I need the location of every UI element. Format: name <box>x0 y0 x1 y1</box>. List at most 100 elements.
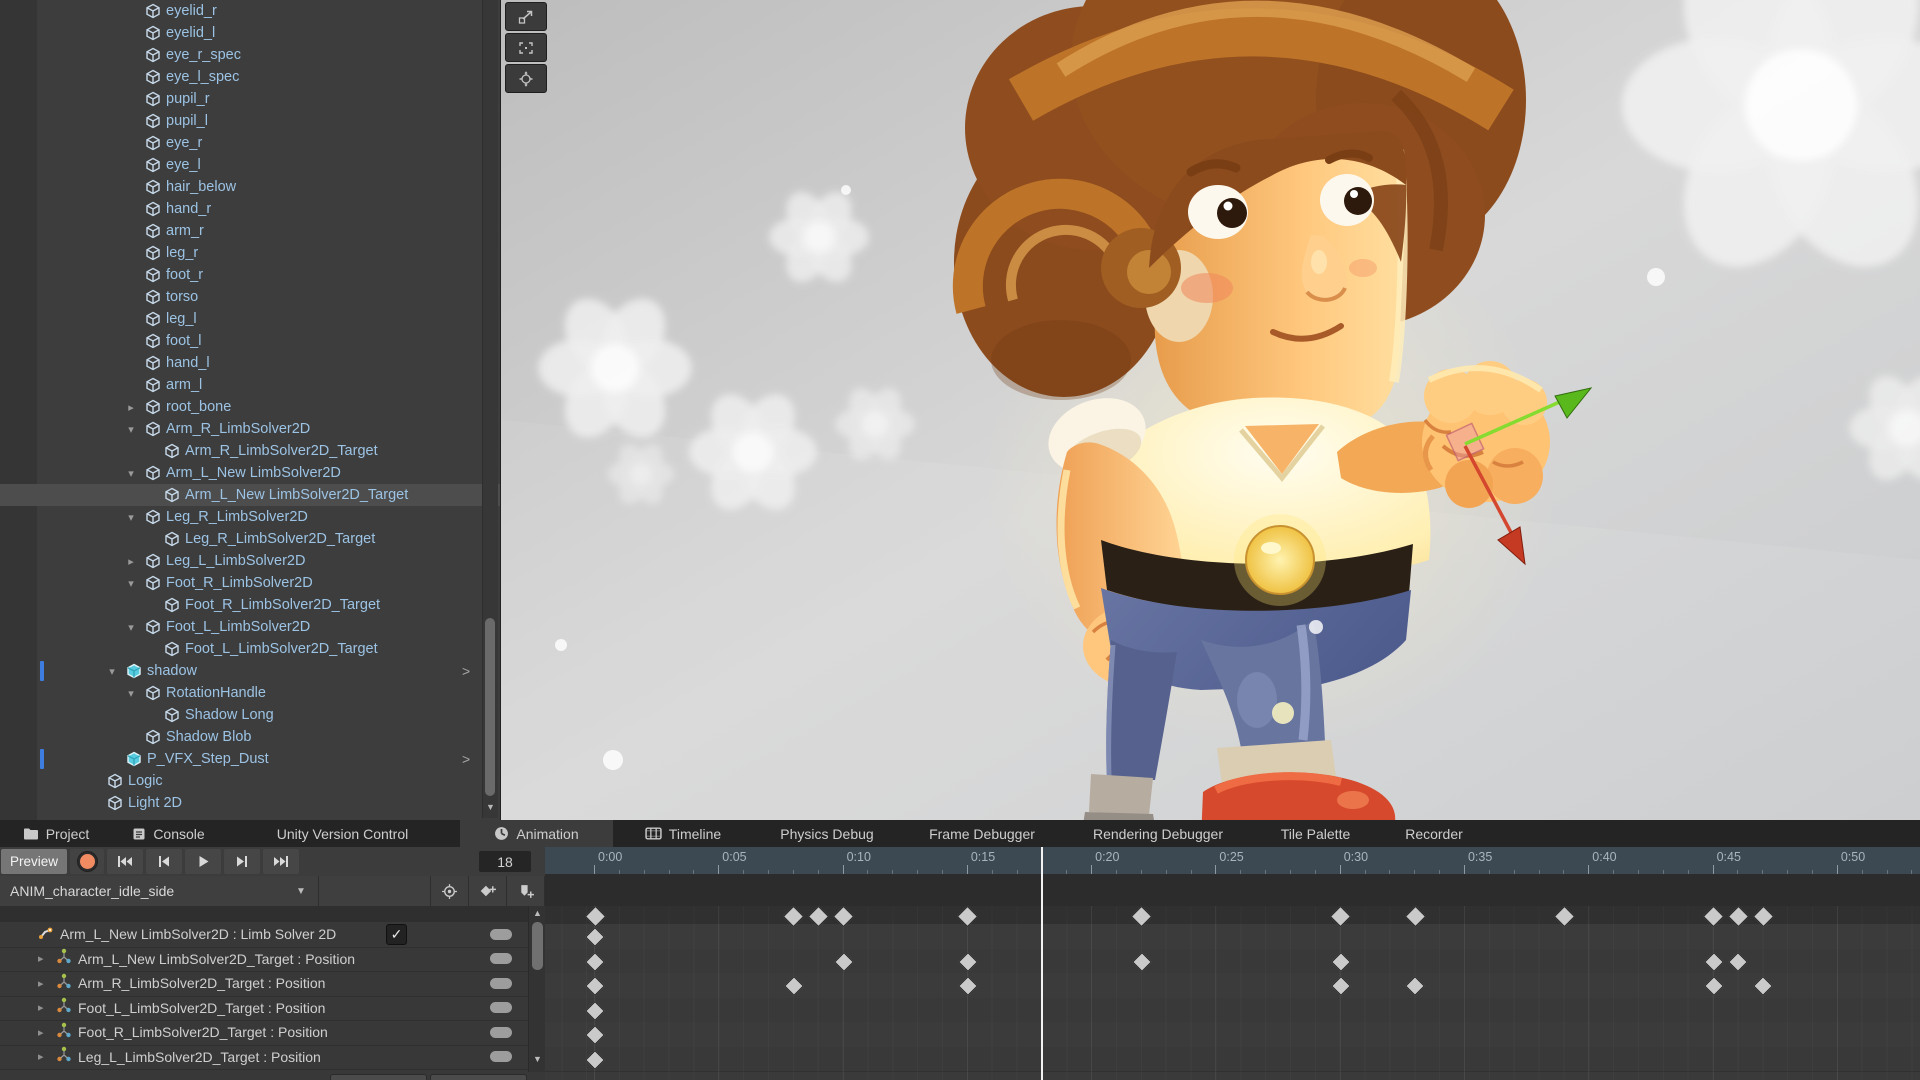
hierarchy-item-foot-l[interactable]: foot_l <box>0 330 500 352</box>
hierarchy-item-eye-r-spec[interactable]: eye_r_spec <box>0 44 500 66</box>
add-keyframe-button[interactable] <box>469 876 507 906</box>
collapse-arrow-icon[interactable]: ▾ <box>124 577 138 590</box>
hierarchy-item-pupil-r[interactable]: pupil_r <box>0 88 500 110</box>
hierarchy-item-hair-below[interactable]: hair_below <box>0 176 500 198</box>
hierarchy-item-leg-r-limbsolver2d-target[interactable]: Leg_R_LimbSolver2D_Target <box>0 528 500 550</box>
property-row-arm-r-limbsolver2d-target-position[interactable]: ▸ Arm_R_LimbSolver2D_Target : Position <box>0 971 528 997</box>
preview-button[interactable]: Preview <box>1 849 67 874</box>
hierarchy-item-foot-l-limbsolver2d[interactable]: ▾ Foot_L_LimbSolver2D <box>0 616 500 638</box>
hierarchy-item-torso[interactable]: torso <box>0 286 500 308</box>
hierarchy-item-leg-r[interactable]: leg_r <box>0 242 500 264</box>
property-value-pill[interactable] <box>490 928 512 940</box>
hierarchy-item-shadow-blob[interactable]: Shadow Blob <box>0 726 500 748</box>
expand-arrow-icon[interactable]: ▸ <box>38 977 44 990</box>
property-value-pill[interactable] <box>490 1051 512 1063</box>
record-button[interactable] <box>70 849 104 874</box>
expand-arrow-icon[interactable]: ▸ <box>38 952 44 965</box>
pan-tool-button[interactable] <box>505 64 547 93</box>
prefab-chevron-icon[interactable]: > <box>462 751 470 767</box>
hierarchy-scrollbar-thumb[interactable] <box>485 618 495 796</box>
hierarchy-item-light-2d[interactable]: Light 2D <box>0 792 500 814</box>
tab-animation[interactable]: Animation <box>460 820 613 847</box>
hierarchy-item-shadow[interactable]: ▾ shadow > <box>0 660 500 682</box>
hierarchy-item-arm-l-new-limbsolver2d[interactable]: ▾ Arm_L_New LimbSolver2D <box>0 462 500 484</box>
tab-unity-version-control[interactable]: Unity Version Control <box>225 820 460 847</box>
collapse-arrow-icon[interactable]: ▾ <box>124 687 138 700</box>
hierarchy-item-rotationhandle[interactable]: ▾ RotationHandle <box>0 682 500 704</box>
hierarchy-item-arm-l-new-limbsolver2d-target[interactable]: Arm_L_New LimbSolver2D_Target <box>0 484 500 506</box>
property-value-pill[interactable] <box>490 953 512 965</box>
clip-dropdown[interactable]: ANIM_character_idle_side ▼ <box>0 876 319 906</box>
previous-frame-button[interactable] <box>146 849 182 874</box>
dopesheet-curves-buttons[interactable] <box>0 1072 545 1080</box>
properties-scrollbar[interactable]: ▲ ▼ <box>528 906 546 1080</box>
hierarchy-item-eye-l-spec[interactable]: eye_l_spec <box>0 66 500 88</box>
add-event-button[interactable] <box>507 876 545 906</box>
tab-tile-palette[interactable]: Tile Palette <box>1253 820 1378 847</box>
tab-frame-debugger[interactable]: Frame Debugger <box>901 820 1063 847</box>
properties-scrollbar-thumb[interactable] <box>532 922 543 970</box>
hierarchy-item-p-vfx-step-dust[interactable]: P_VFX_Step_Dust > <box>0 748 500 770</box>
hierarchy-item-arm-r-limbsolver2d-target[interactable]: Arm_R_LimbSolver2D_Target <box>0 440 500 462</box>
property-row-arm-l-new-limbsolver2d-limb-solver-2d[interactable]: Arm_L_New LimbSolver2D : Limb Solver 2D ✓ <box>0 922 528 948</box>
hierarchy-item-logic[interactable]: Logic <box>0 770 500 792</box>
expand-tool-button[interactable] <box>505 2 547 31</box>
hierarchy-item-root-bone[interactable]: ▸ root_bone <box>0 396 500 418</box>
hierarchy-item-foot-l-limbsolver2d-target[interactable]: Foot_L_LimbSolver2D_Target <box>0 638 500 660</box>
property-value-pill[interactable] <box>490 977 512 989</box>
tab-console[interactable]: Console <box>112 820 225 847</box>
prefab-chevron-icon[interactable]: > <box>462 663 470 679</box>
tab-recorder[interactable]: Recorder <box>1378 820 1490 847</box>
property-row-foot-r-limbsolver2d-target-position[interactable]: ▸ Foot_R_LimbSolver2D_Target : Position <box>0 1020 528 1046</box>
collapse-arrow-icon[interactable]: ▾ <box>124 467 138 480</box>
current-frame-field[interactable]: 18 <box>479 851 531 872</box>
play-button[interactable] <box>185 849 221 874</box>
property-row-leg-l-limbsolver2d-target-position[interactable]: ▸ Leg_L_LimbSolver2D_Target : Position <box>0 1045 528 1070</box>
collapse-arrow-icon[interactable]: ▾ <box>124 621 138 634</box>
hierarchy-item-foot-r-limbsolver2d-target[interactable]: Foot_R_LimbSolver2D_Target <box>0 594 500 616</box>
collapse-arrow-icon[interactable]: ▾ <box>124 423 138 436</box>
hierarchy-item-arm-l[interactable]: arm_l <box>0 374 500 396</box>
hierarchy-item-eyelid-l[interactable]: eyelid_l <box>0 22 500 44</box>
playhead[interactable] <box>1041 847 1043 1080</box>
property-row-foot-l-limbsolver2d-target-position[interactable]: ▸ Foot_L_LimbSolver2D_Target : Position <box>0 996 528 1021</box>
scroll-down-icon[interactable]: ▼ <box>529 1054 546 1064</box>
expand-arrow-icon[interactable]: ▸ <box>38 1026 44 1039</box>
hierarchy-item-eye-r[interactable]: eye_r <box>0 132 500 154</box>
hierarchy-item-foot-r-limbsolver2d[interactable]: ▾ Foot_R_LimbSolver2D <box>0 572 500 594</box>
collapse-arrow-icon[interactable]: ▾ <box>124 511 138 524</box>
hierarchy-item-eye-l[interactable]: eye_l <box>0 154 500 176</box>
bounds-tool-button[interactable] <box>505 33 547 62</box>
go-to-end-button[interactable] <box>263 849 299 874</box>
hierarchy-item-arm-r[interactable]: arm_r <box>0 220 500 242</box>
expand-arrow-icon[interactable]: ▸ <box>124 555 138 568</box>
property-value-pill[interactable] <box>490 1026 512 1038</box>
hierarchy-scrollbar[interactable]: ▼ <box>482 0 498 818</box>
dopesheet[interactable] <box>545 874 1920 1080</box>
hierarchy-item-foot-r[interactable]: foot_r <box>0 264 500 286</box>
hierarchy-item-hand-l[interactable]: hand_l <box>0 352 500 374</box>
hierarchy-item-eyelid-r[interactable]: eyelid_r <box>0 0 500 22</box>
hierarchy-scroll-down-icon[interactable]: ▼ <box>484 800 497 814</box>
expand-arrow-icon[interactable]: ▸ <box>38 1050 44 1063</box>
expand-arrow-icon[interactable]: ▸ <box>38 1001 44 1014</box>
expand-arrow-icon[interactable]: ▸ <box>124 401 138 414</box>
next-frame-button[interactable] <box>224 849 260 874</box>
enabled-checkbox[interactable]: ✓ <box>386 923 407 945</box>
hierarchy-item-leg-l[interactable]: leg_l <box>0 308 500 330</box>
tab-rendering-debugger[interactable]: Rendering Debugger <box>1063 820 1253 847</box>
hierarchy-item-shadow-long[interactable]: Shadow Long <box>0 704 500 726</box>
hierarchy-item-pupil-l[interactable]: pupil_l <box>0 110 500 132</box>
tab-project[interactable]: Project <box>0 820 112 847</box>
collapse-arrow-icon[interactable]: ▾ <box>105 665 119 678</box>
tab-physics-debug[interactable]: Physics Debug <box>753 820 901 847</box>
hierarchy-item-leg-r-limbsolver2d[interactable]: ▾ Leg_R_LimbSolver2D <box>0 506 500 528</box>
hierarchy-item-arm-r-limbsolver2d[interactable]: ▾ Arm_R_LimbSolver2D <box>0 418 500 440</box>
property-row-arm-l-new-limbsolver2d-target-position[interactable]: ▸ Arm_L_New LimbSolver2D_Target : Positio… <box>0 947 528 972</box>
scroll-up-icon[interactable]: ▲ <box>529 908 546 918</box>
timeline-ruler[interactable]: 0:00 0:05 0:10 0:15 0:20 0:25 0:30 0:35 0:40 0:45… <box>545 847 1920 874</box>
hierarchy-item-hand-r[interactable]: hand_r <box>0 198 500 220</box>
filter-by-selection-button[interactable] <box>431 876 469 906</box>
tab-timeline[interactable]: Timeline <box>613 820 753 847</box>
property-value-pill[interactable] <box>490 1002 512 1014</box>
